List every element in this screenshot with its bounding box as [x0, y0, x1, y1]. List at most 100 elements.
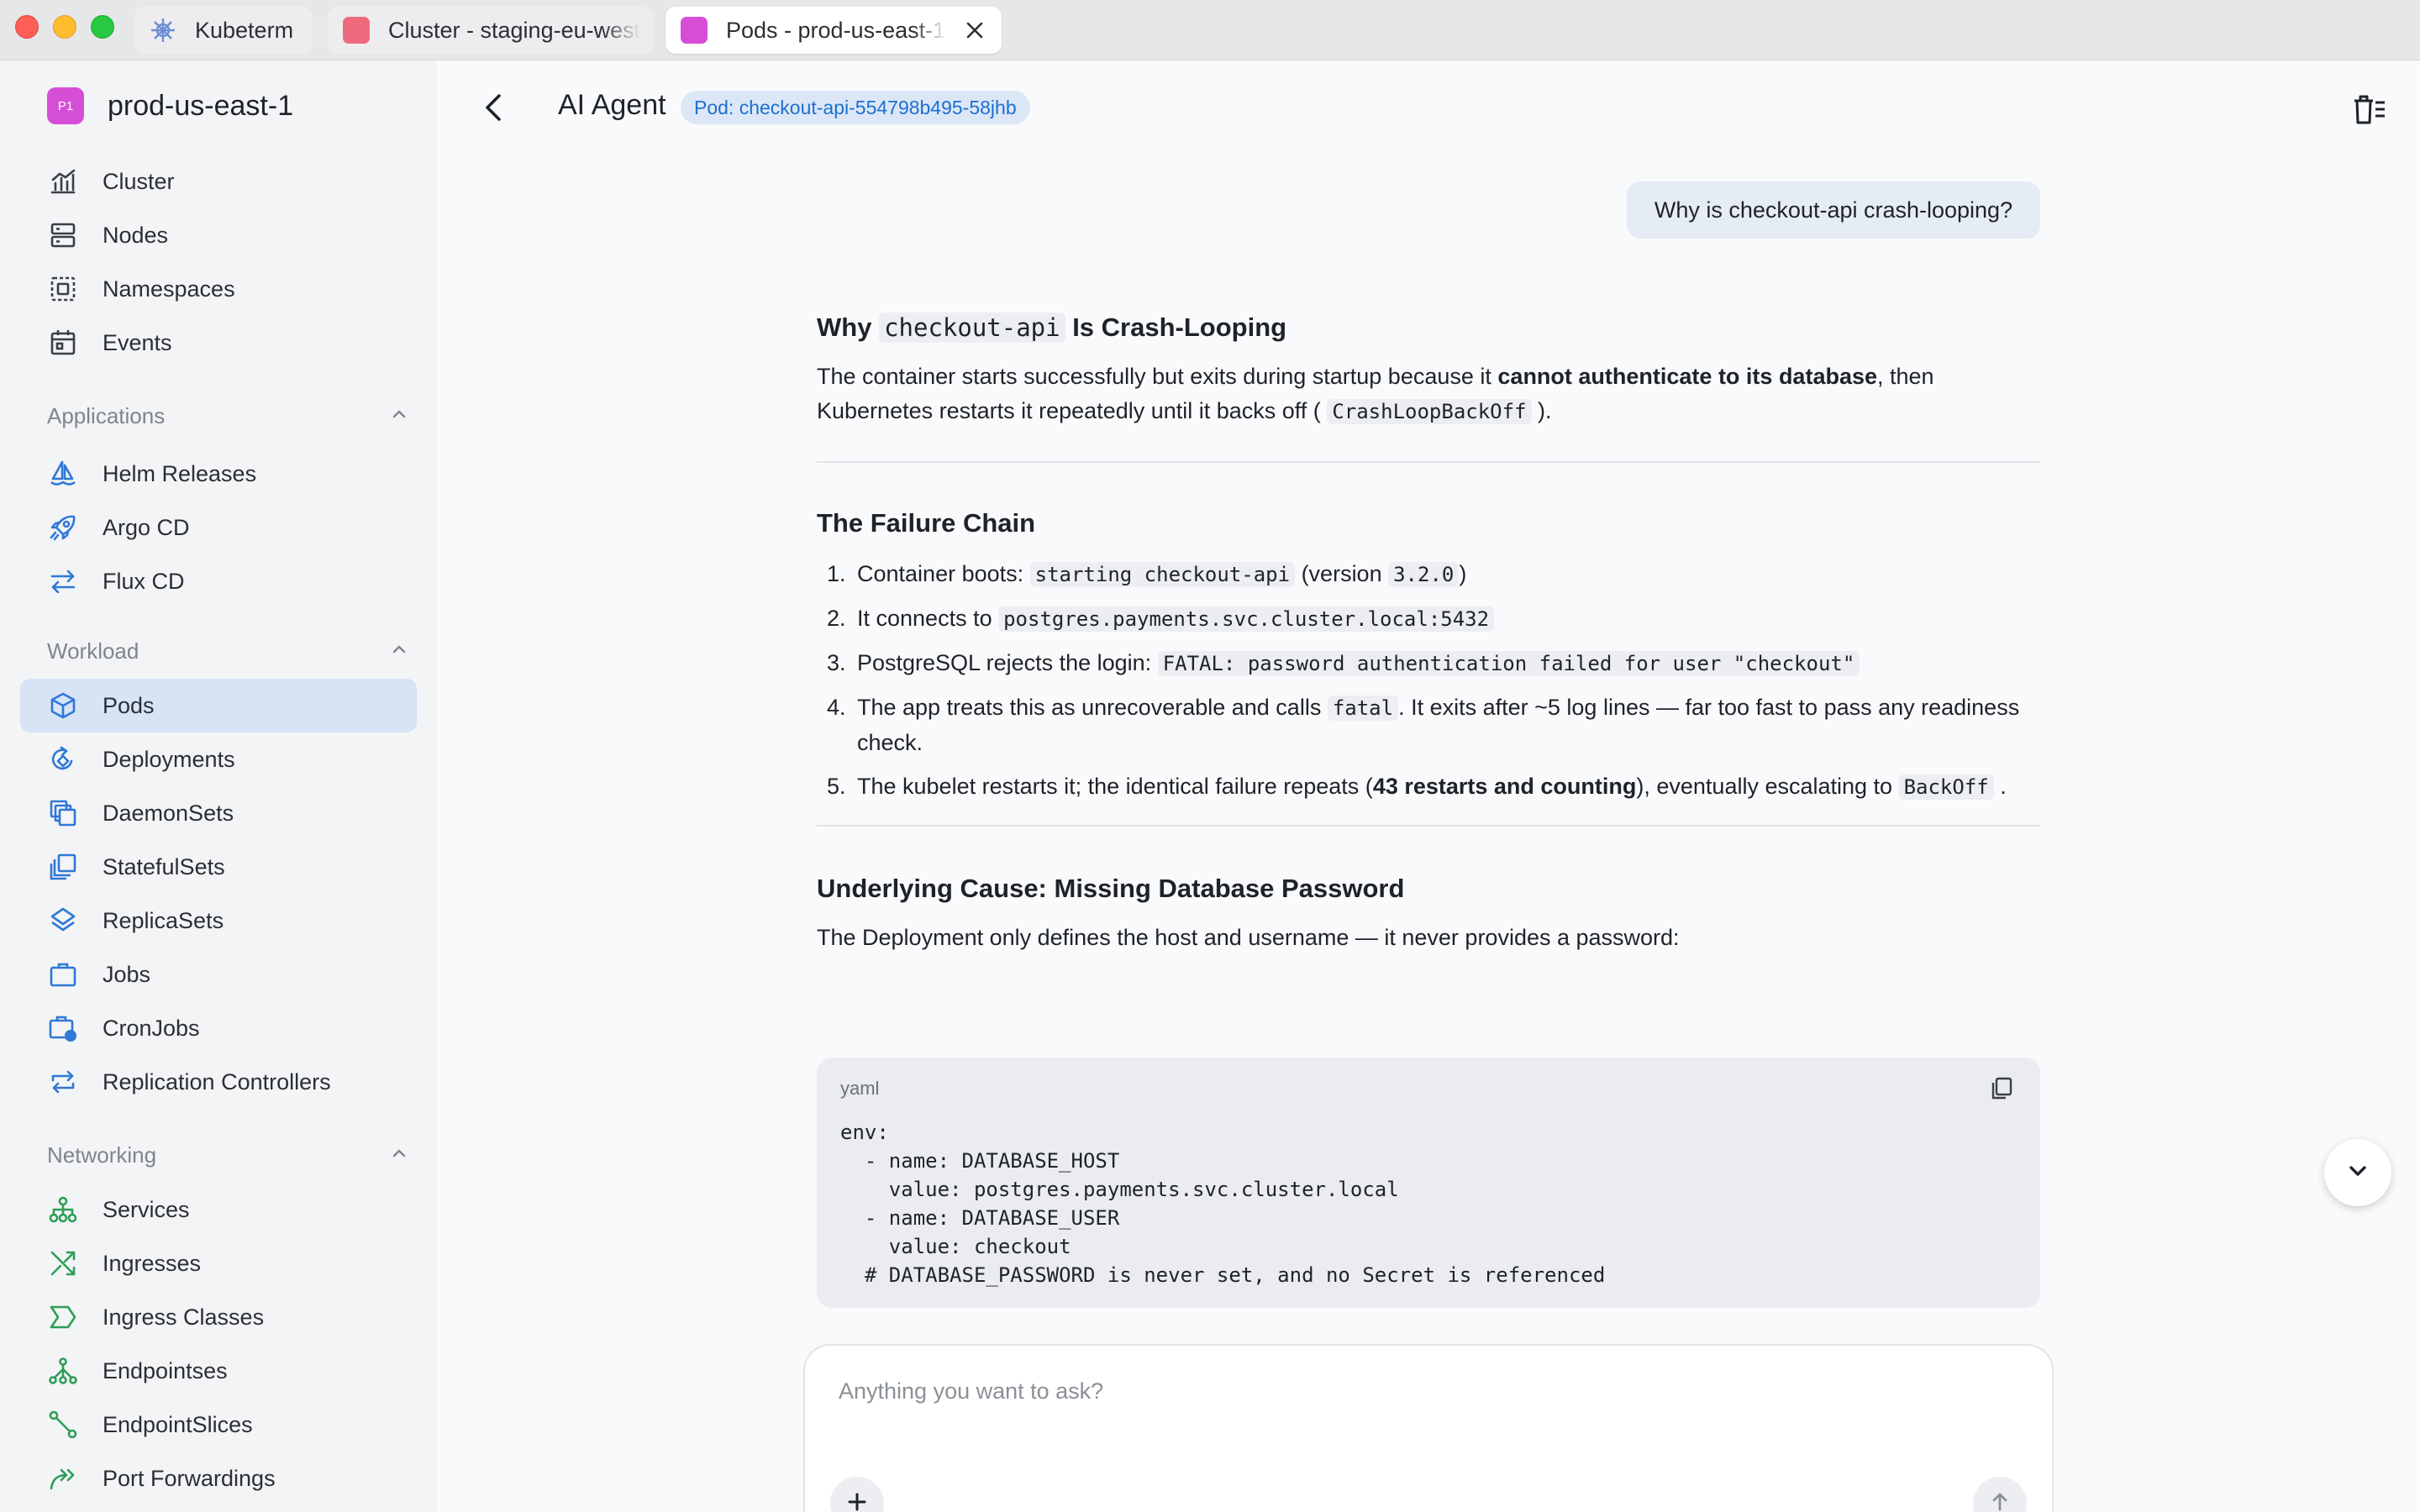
sidebar-item-label: Deployments: [103, 746, 235, 772]
code-content: env: - name: DATABASE_HOST value: postgr…: [840, 1118, 1605, 1289]
back-button[interactable]: [471, 86, 518, 133]
sidebar-item-services[interactable]: Services: [20, 1183, 417, 1236]
sidebar-item-label: Flux CD: [103, 568, 185, 594]
code-line: # DATABASE_PASSWORD is never set, and no…: [840, 1263, 1606, 1287]
section-title: Networking: [47, 1142, 157, 1168]
swap-arrows-icon: [47, 565, 79, 597]
sidebar-item-label: Argo CD: [103, 514, 190, 540]
chevron-up-icon[interactable]: [390, 1142, 408, 1168]
attach-button[interactable]: [830, 1477, 884, 1512]
branch-nodes-icon: [47, 1355, 79, 1387]
close-tab-icon[interactable]: [963, 18, 986, 42]
failure-chain-list: 1. Container boots: starting checkout-api…: [817, 557, 2040, 805]
sidebar-item-label: ReplicaSets: [103, 907, 224, 933]
list-item: 4. The app treats this as unrecoverable a…: [827, 695, 2020, 755]
sidebar-item-label: Ingresses: [103, 1250, 202, 1276]
sidebar-item-statefulsets[interactable]: StatefulSets: [20, 840, 417, 894]
sidebar-item-endpointses[interactable]: Endpointses: [20, 1344, 417, 1398]
sidebar-item-namespaces[interactable]: Namespaces: [20, 262, 417, 316]
scroll-to-bottom-button[interactable]: [2324, 1139, 2391, 1206]
response-heading: Underlying Cause: Missing Database Passw…: [817, 874, 1405, 903]
minimize-window-button[interactable]: [53, 15, 76, 39]
cluster-color-icon: [343, 17, 370, 44]
sidebar-item-label: Port Forwardings: [103, 1465, 276, 1491]
tab-label: Cluster - staging-eu-west: [388, 17, 640, 43]
main-panel: AI Agent Pod: checkout-api-554798b495-58…: [437, 60, 2420, 1512]
section-workload[interactable]: Workload: [47, 638, 408, 664]
copy-icon: [1989, 1075, 2014, 1105]
code-line: value: checkout: [840, 1235, 1071, 1258]
sidebar-item-flux-cd[interactable]: Flux CD: [20, 554, 417, 608]
code-line: env:: [840, 1121, 889, 1144]
response-paragraph: The Deployment only defines the host and…: [817, 925, 1680, 950]
sidebar-item-nodes[interactable]: Nodes: [20, 208, 417, 262]
sidebar-item-replicasets[interactable]: ReplicaSets: [20, 894, 417, 948]
sidebar-item-events[interactable]: Events: [20, 316, 417, 370]
sidebar-item-label: Replication Controllers: [103, 1068, 331, 1095]
sidebar-item-label: Helm Releases: [103, 460, 257, 486]
sidebar-item-ingress-classes[interactable]: Ingress Classes: [20, 1290, 417, 1344]
chat-input[interactable]: [839, 1371, 1998, 1411]
chat-composer: [803, 1344, 2054, 1512]
section-applications[interactable]: Applications: [47, 403, 408, 429]
calendar-icon: [47, 327, 79, 359]
namespace-icon: [47, 273, 79, 305]
section-networking[interactable]: Networking: [47, 1142, 408, 1168]
sidebar-item-label: Ingress Classes: [103, 1304, 265, 1330]
page-title: AI Agent: [558, 89, 666, 121]
inline-code: checkout-api: [879, 312, 1065, 343]
network-tree-icon: [47, 1194, 79, 1226]
forward-arrow-icon: [47, 1462, 79, 1494]
tab-pods-prod[interactable]: Pods - prod-us-east-1: [666, 7, 1002, 54]
cube-icon: [47, 690, 79, 722]
copy-code-button[interactable]: [1986, 1074, 2017, 1105]
inline-code: CrashLoopBackOff: [1327, 399, 1532, 424]
sidebar-item-argo-cd[interactable]: Argo CD: [20, 501, 417, 554]
code-line: - name: DATABASE_USER: [840, 1206, 1120, 1230]
sidebar-item-pods[interactable]: Pods: [20, 679, 417, 732]
sidebar-item-label: Pods: [103, 692, 155, 718]
sidebar-item-label: Namespaces: [103, 276, 235, 302]
repeat-icon: [47, 1066, 79, 1098]
cluster-name: prod-us-east-1: [108, 89, 294, 122]
sidebar-item-label: Endpointses: [103, 1357, 228, 1383]
chevron-up-icon[interactable]: [390, 638, 408, 664]
user-message-bubble: Why is checkout-api crash-looping?: [1627, 181, 2040, 239]
chevron-down-icon: [2344, 1158, 2371, 1189]
pod-context-chip[interactable]: Pod: checkout-api-554798b495-58jhb: [681, 91, 1030, 124]
response-heading: Why checkout-api Is Crash-Looping: [817, 312, 1287, 343]
sidebar-item-endpointslices[interactable]: EndpointSlices: [20, 1398, 417, 1452]
chevron-up-icon[interactable]: [390, 403, 408, 429]
clear-chat-button[interactable]: [2349, 91, 2390, 131]
sidebar-item-label: EndpointSlices: [103, 1411, 253, 1437]
sidebar-item-daemonsets[interactable]: DaemonSets: [20, 786, 417, 840]
helm-wheel-icon: [150, 17, 176, 44]
sidebar: P1 prod-us-east-1 Cluster Nodes Namespac…: [0, 60, 437, 1512]
chevron-tag-icon: [47, 1301, 79, 1333]
sidebar-item-cronjobs[interactable]: CronJobs: [20, 1001, 417, 1055]
sidebar-item-label: Nodes: [103, 222, 169, 248]
sidebar-item-cluster[interactable]: Cluster: [20, 155, 417, 208]
sidebar-item-label: CronJobs: [103, 1015, 200, 1041]
chevron-left-icon: [477, 91, 511, 129]
plus-icon: [845, 1490, 869, 1512]
send-button[interactable]: [1973, 1477, 2027, 1512]
cluster-header[interactable]: P1 prod-us-east-1: [47, 87, 293, 124]
window-title-bar: Kubeterm Cluster - staging-eu-west Pods …: [0, 0, 2420, 60]
zoom-window-button[interactable]: [91, 15, 114, 39]
list-item: 5. The kubelet restarts it; the identical…: [827, 774, 2007, 800]
tab-label: Pods - prod-us-east-1: [726, 17, 946, 43]
tab-cluster-staging[interactable]: Cluster - staging-eu-west: [328, 7, 654, 54]
sidebar-item-port-forwardings[interactable]: Port Forwardings: [20, 1452, 417, 1505]
server-icon: [47, 219, 79, 251]
tab-kubeterm[interactable]: Kubeterm: [134, 7, 313, 54]
sidebar-item-deployments[interactable]: Deployments: [20, 732, 417, 786]
sidebar-item-ingresses[interactable]: Ingresses: [20, 1236, 417, 1290]
connection-line-icon: [47, 1409, 79, 1441]
divider: [817, 461, 2040, 463]
code-line: - name: DATABASE_HOST: [840, 1149, 1120, 1173]
sidebar-item-jobs[interactable]: Jobs: [20, 948, 417, 1001]
close-window-button[interactable]: [15, 15, 39, 39]
sidebar-item-replication-controllers[interactable]: Replication Controllers: [20, 1055, 417, 1109]
sidebar-item-helm-releases[interactable]: Helm Releases: [20, 447, 417, 501]
